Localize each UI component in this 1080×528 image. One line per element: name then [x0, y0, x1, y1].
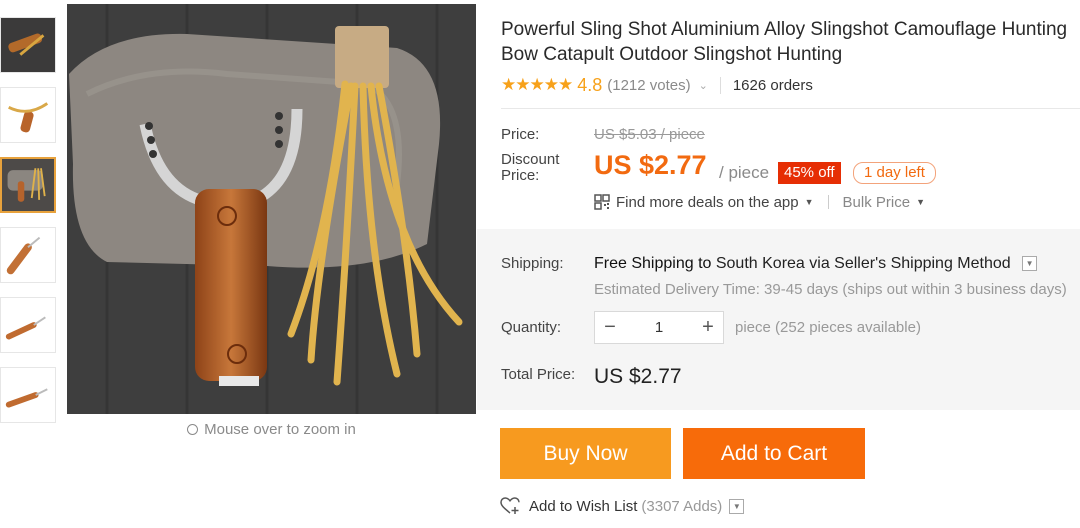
- votes-count[interactable]: (1212 votes): [607, 77, 690, 94]
- app-deals-link[interactable]: Find more deals on the app: [616, 194, 799, 211]
- chevron-down-icon[interactable]: ▼: [1022, 256, 1038, 272]
- main-product-image[interactable]: [67, 4, 476, 414]
- free-shipping-text: Free Shipping to: [594, 255, 712, 272]
- quantity-available: piece (252 pieces available): [735, 319, 921, 336]
- shipping-destination: South Korea via Seller's Shipping Method: [715, 255, 1011, 272]
- add-to-cart-button[interactable]: Add to Cart: [683, 428, 865, 479]
- product-title-line2: Bow Catapult Outdoor Slingshot Hunting: [501, 44, 843, 65]
- sale-price: US $2.77: [594, 150, 707, 180]
- bulk-price-link[interactable]: Bulk Price: [843, 194, 911, 211]
- quantity-stepper: − 1 +: [594, 311, 724, 344]
- product-title-line1: Powerful Sling Shot Aluminium Alloy Slin…: [501, 19, 1068, 40]
- divider: [501, 108, 1080, 109]
- magnifier-icon: [187, 424, 199, 435]
- qr-code-icon: [594, 194, 610, 210]
- thumbnail-3[interactable]: [0, 157, 56, 213]
- increment-button[interactable]: +: [693, 316, 723, 339]
- shipping-method[interactable]: Free Shipping to South Korea via Seller'…: [594, 255, 1038, 273]
- thumbnail-2[interactable]: [0, 87, 56, 143]
- orders-count: 1626 orders: [732, 76, 813, 94]
- zoom-hint: Mouse over to zoom in: [67, 421, 476, 438]
- thumbnail-6[interactable]: [0, 367, 56, 423]
- chevron-down-icon[interactable]: ▼: [729, 498, 745, 514]
- price-label: Price:: [501, 126, 540, 143]
- zoom-hint-text: Mouse over to zoom in: [204, 421, 356, 438]
- heart-plus-icon[interactable]: [500, 497, 520, 515]
- caret-down-icon[interactable]: ▼: [916, 197, 925, 207]
- total-price-label: Total Price:: [501, 366, 576, 383]
- chevron-down-icon[interactable]: ⌄: [699, 79, 708, 92]
- divider: [827, 195, 829, 209]
- discount-price-label: Discount Price:: [501, 151, 560, 184]
- decrement-button[interactable]: −: [595, 316, 625, 339]
- shipping-label: Shipping:: [501, 255, 564, 272]
- thumbnail-5[interactable]: [0, 297, 56, 353]
- product-title: Powerful Sling Shot Aluminium Alloy Slin…: [501, 17, 1080, 67]
- rating-row: ★★★★★ 4.8 (1212 votes) ⌄ 1626 orders: [501, 73, 813, 97]
- discount-badge: 45% off: [778, 162, 841, 184]
- total-price-value: US $2.77: [594, 365, 682, 388]
- rating-value: 4.8: [577, 74, 603, 95]
- delivery-estimate: Estimated Delivery Time: 39-45 days (shi…: [594, 281, 1067, 298]
- wish-list-row[interactable]: Add to Wish List (3307 Adds) ▼: [500, 496, 745, 516]
- divider: [719, 76, 721, 94]
- days-left-badge: 1 day left: [853, 162, 936, 184]
- star-rating-icon: ★★★★★: [501, 75, 573, 94]
- quantity-label: Quantity:: [501, 319, 562, 336]
- thumbnail-1[interactable]: [0, 17, 56, 73]
- wish-list-label[interactable]: Add to Wish List: [529, 498, 637, 515]
- quantity-input[interactable]: 1: [625, 319, 693, 336]
- wish-adds-count: (3307 Adds): [641, 497, 723, 515]
- buy-now-button[interactable]: Buy Now: [500, 428, 671, 479]
- thumbnail-4[interactable]: [0, 227, 56, 283]
- original-price: US $5.03 / piece: [594, 126, 705, 143]
- caret-down-icon[interactable]: ▼: [805, 197, 814, 207]
- per-piece-unit: / piece: [719, 163, 770, 182]
- deals-row: Find more deals on the app ▼ Bulk Price …: [594, 192, 925, 212]
